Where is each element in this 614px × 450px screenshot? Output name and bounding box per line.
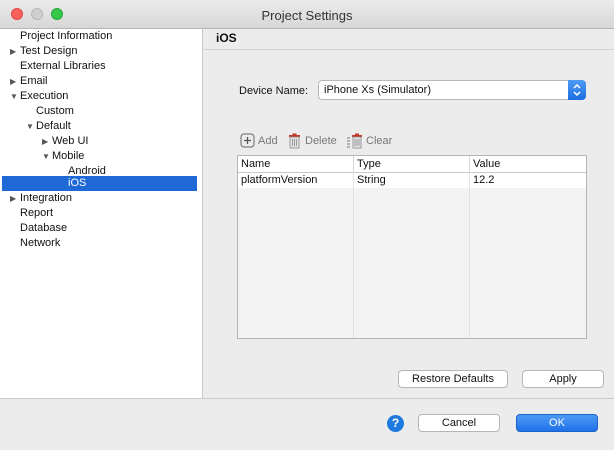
device-name-value: iPhone Xs (Simulator) [324,84,431,96]
tree-item-report[interactable]: Report [2,206,197,221]
tree-item-label: External Libraries [20,60,106,72]
tree-item-project-information[interactable]: Project Information [2,29,197,44]
table-row [238,233,586,248]
tree-item-label: Project Information [20,30,113,42]
device-name-label: Device Name: [239,85,309,97]
table-row [238,308,586,323]
settings-tree: Project Information ▶ Test Design Extern… [0,29,203,398]
tree-item-custom[interactable]: Custom [2,104,197,119]
expand-arrow-icon[interactable]: ▶ [10,191,19,206]
clear-button[interactable]: Clear [347,133,395,149]
collapse-arrow-icon[interactable]: ▼ [26,119,35,134]
delete-button[interactable]: Delete [288,133,344,149]
cancel-button[interactable]: Cancel [418,414,500,432]
tree-item-default[interactable]: ▼ Default [2,119,197,134]
tree-item-label: Web UI [52,135,89,147]
footer-divider [0,398,614,399]
tree-item-label: Default [36,120,71,132]
tree-item-label: Email [20,75,48,87]
tree-item-integration[interactable]: ▶ Integration [2,191,197,206]
tree-item-label: Database [20,222,68,234]
table-row [238,323,586,338]
tree-item-label: Mobile [52,150,85,162]
title-bar: Project Settings [0,0,614,29]
clear-label: Clear [366,135,393,147]
table-row [238,188,586,203]
tree-item-label: Execution [20,90,69,102]
tree-item-label: Integration [20,192,72,204]
restore-defaults-button[interactable]: Restore Defaults [398,370,508,388]
tree-item-network[interactable]: Network [2,236,197,251]
column-header-type[interactable]: Type [354,156,470,173]
cell-value[interactable]: 12.2 [470,173,494,188]
tree-item-execution[interactable]: ▼ Execution [2,89,197,104]
tree-item-label: Report [20,207,54,219]
column-divider [353,156,354,338]
collapse-arrow-icon[interactable]: ▼ [42,149,51,164]
plus-icon [240,133,255,148]
expand-arrow-icon[interactable]: ▶ [42,134,51,149]
table-row [238,293,586,308]
table-header: Name Type Value [238,156,586,173]
window-title: Project Settings [261,8,353,23]
tree-item-mobile[interactable]: ▼ Mobile [2,149,197,164]
trash-icon [289,133,300,149]
tree-item-test-design[interactable]: ▶ Test Design [2,44,197,59]
apply-button[interactable]: Apply [522,370,604,388]
device-name-select[interactable]: iPhone Xs (Simulator) [318,80,586,100]
tree-item-database[interactable]: Database [2,221,197,236]
tree-item-label: Custom [36,105,74,117]
ok-button[interactable]: OK [516,414,598,432]
tree-item-label: Network [20,237,61,249]
table-row [238,248,586,263]
tree-item-ios[interactable]: iOS [2,176,197,191]
table-row [238,278,586,293]
column-header-name[interactable]: Name [238,156,354,173]
panel-divider [204,49,614,50]
tree-item-label: Test Design [20,45,78,57]
table-row[interactable]: platformVersion String 12.2 [238,173,586,188]
help-icon[interactable]: ? [387,415,404,432]
column-divider [469,156,470,338]
expand-arrow-icon[interactable]: ▶ [10,44,19,59]
add-label: Add [258,135,278,147]
table-row [238,218,586,233]
clear-list-icon [347,133,362,149]
tree-item-external-libraries[interactable]: External Libraries [2,59,197,74]
table-row [238,203,586,218]
tree-item-web-ui[interactable]: ▶ Web UI [2,134,197,149]
add-button[interactable]: Add [240,133,282,149]
cell-type[interactable]: String [354,173,386,188]
cell-name[interactable]: platformVersion [238,173,317,188]
chevron-updown-icon [573,83,581,97]
table-row [238,263,586,278]
expand-arrow-icon[interactable]: ▶ [10,74,19,89]
tree-item-email[interactable]: ▶ Email [2,74,197,89]
delete-label: Delete [305,135,337,147]
collapse-arrow-icon[interactable]: ▼ [10,89,19,104]
properties-table: platformVersion String 12.2 Name Type Va… [237,155,587,339]
panel-title: iOS [216,31,237,45]
tree-item-label: iOS [68,177,87,189]
dropdown-toggle-button[interactable] [568,80,586,100]
column-header-value[interactable]: Value [470,156,586,173]
